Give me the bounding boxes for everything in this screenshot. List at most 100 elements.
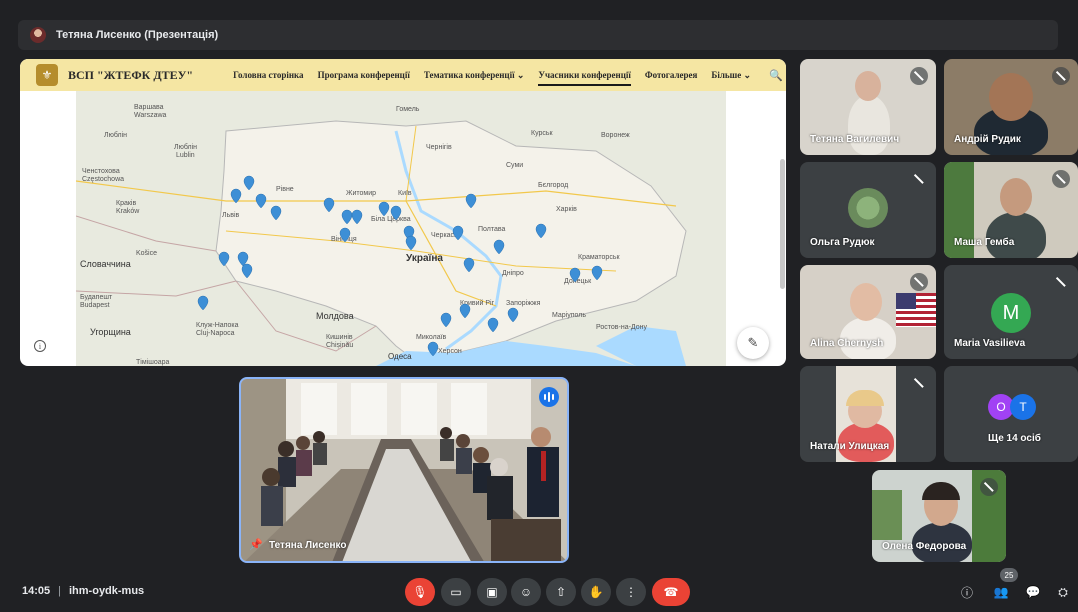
participant-name: Натали Улицкая [810, 441, 890, 452]
participant-name: Олена Федорова [882, 541, 967, 552]
participant-tile[interactable]: M Maria Vasilieva [944, 265, 1078, 359]
map-label: Košice [136, 250, 157, 257]
participant-tile[interactable]: Андрій Рудик [944, 59, 1078, 155]
map-label: Рівне [276, 185, 294, 193]
meeting-code[interactable]: ihm-oydk-mus [69, 585, 144, 597]
main-video-tile[interactable]: 📌 Тетяна Лисенко [239, 377, 569, 563]
people-icon[interactable]: 👥 [992, 583, 1010, 601]
activities-icon[interactable]: ⛭ [1054, 583, 1072, 601]
map-label: Warszawa [134, 112, 167, 119]
map-label: Częstochowa [82, 176, 124, 183]
map-label: Ченстохова [82, 168, 120, 175]
map-label: Kraków [116, 208, 140, 215]
map-label: Херсон [438, 348, 462, 355]
mic-off-icon [910, 67, 928, 85]
nav-topics[interactable]: Тематика конференції ⌄ [424, 70, 525, 81]
hang-up-icon: ☎ [663, 585, 679, 599]
participant-name: Андрій Рудик [954, 134, 1021, 145]
mic-off-icon [910, 170, 928, 188]
participant-name: Тетяна Вагилевич [810, 134, 900, 145]
map-label: Chișinău [326, 342, 353, 349]
website-navbar: ⚜ ВСП "ЖТЕФК ДТЕУ" Головна сторінка Прог… [20, 59, 786, 91]
meeting-details: 14:05 | ihm-oydk-mus [22, 585, 145, 597]
map-label-country: Україна [406, 253, 443, 264]
map-label: Біла Церква [371, 215, 411, 223]
map-label: Донецьк [564, 278, 592, 285]
mic-off-icon [1052, 273, 1070, 291]
presenter-label: Тетяна Лисенко (Презентація) [56, 29, 219, 41]
participant-name: Alina Chernysh [810, 338, 884, 349]
participant-name: Маша Гемба [954, 237, 1015, 248]
map-label: Lublin [176, 152, 195, 159]
meeting-info-icon[interactable]: ⓘ [958, 583, 976, 601]
mic-off-icon [980, 478, 998, 496]
map-label: Миколаїв [416, 334, 447, 341]
presenter-bar: Тетяна Лисенко (Презентація) [18, 20, 1058, 50]
mic-off-icon [1052, 170, 1070, 188]
participant-count-badge: 25 [1000, 568, 1018, 582]
more-options-button[interactable]: ⋮ [616, 578, 646, 606]
scrollbar[interactable] [780, 159, 785, 289]
raise-hand-button[interactable]: ✋ [581, 578, 611, 606]
chat-icon[interactable]: 💬 [1024, 583, 1042, 601]
speaking-indicator-icon [539, 387, 559, 407]
map-label: Чернігів [426, 143, 452, 151]
map-label: Житомир [346, 190, 376, 197]
room-scene [241, 379, 567, 561]
website-name: ВСП "ЖТЕФК ДТЕУ" [68, 67, 194, 82]
present-button[interactable]: ⇧ [546, 578, 576, 606]
others-count-label: Ще 14 осіб [988, 433, 1041, 444]
mic-off-button[interactable]: 🎙 [405, 578, 435, 606]
pin-icon[interactable]: 📌 [249, 538, 263, 551]
avatar: M [991, 293, 1031, 333]
nav-program[interactable]: Програма конференції [318, 70, 410, 80]
map-label: Харків [556, 205, 577, 213]
college-logo-icon: ⚜ [36, 64, 58, 86]
participant-tile[interactable]: Тетяна Вагилевич [800, 59, 936, 155]
map-label: Budapest [80, 302, 110, 309]
more-vert-icon: ⋮ [625, 585, 637, 599]
nav-gallery[interactable]: Фотогалерея [645, 70, 698, 80]
participant-tile[interactable]: Ольга Рудюк [800, 162, 936, 258]
avatar [848, 188, 888, 228]
shared-screen: ⚜ ВСП "ЖТЕФК ДТЕУ" Головна сторінка Прог… [20, 59, 786, 366]
search-icon[interactable]: 🔍 [769, 69, 783, 82]
others-tile[interactable]: O T Ще 14 осіб [944, 366, 1078, 462]
nav-more[interactable]: Більше ⌄ [711, 70, 751, 81]
map-label: Одеса [388, 352, 412, 361]
map-svg: Варшава Warszawa Люблін Люблін Lublin Че… [76, 91, 726, 366]
map-label: Клуж-Напока [196, 322, 239, 329]
nav-home[interactable]: Головна сторінка [233, 70, 303, 80]
map-label: Молдова [316, 311, 354, 321]
map-label: Маріуполь [552, 311, 586, 319]
camera-button[interactable]: ▭ [441, 578, 471, 606]
emoji-button[interactable]: ☺ [511, 578, 541, 606]
map-label: Варшава [134, 104, 164, 111]
emoji-icon: ☺ [519, 585, 533, 599]
participant-tile[interactable]: Натали Улицкая [800, 366, 936, 462]
participant-tile[interactable]: Маша Гемба [944, 162, 1078, 258]
edit-pencil-icon[interactable]: ✎ [737, 327, 769, 359]
leave-call-button[interactable]: ☎ [652, 578, 690, 606]
participant-tile[interactable]: Alina Chernysh [800, 265, 936, 359]
participant-name: Тетяна Лисенко [269, 540, 347, 551]
presenter-avatar [30, 27, 46, 43]
nav-participants[interactable]: Учасники конференції [538, 70, 631, 86]
map-label: Краків [116, 199, 136, 207]
participants-map[interactable]: Варшава Warszawa Люблін Люблін Lublin Че… [76, 91, 726, 366]
map-label: Кишинів [326, 333, 353, 341]
captions-icon: ▣ [486, 585, 498, 599]
map-label: Тімішоара [136, 358, 169, 366]
map-label: Cluj-Napoca [196, 330, 235, 337]
map-label: Ростов-на-Дону [596, 324, 647, 331]
info-icon[interactable]: i [34, 340, 46, 352]
captions-button[interactable]: ▣ [477, 578, 507, 606]
map-label: Запоріжжя [506, 299, 541, 307]
mic-off-icon [910, 374, 928, 392]
map-label: Київ [398, 190, 412, 197]
map-label: Будапешт [80, 294, 113, 301]
participant-tile[interactable]: Олена Федорова [872, 470, 1006, 562]
mic-off-icon [910, 273, 928, 291]
meeting-time: 14:05 [22, 585, 51, 597]
camera-icon: ▭ [450, 585, 462, 599]
